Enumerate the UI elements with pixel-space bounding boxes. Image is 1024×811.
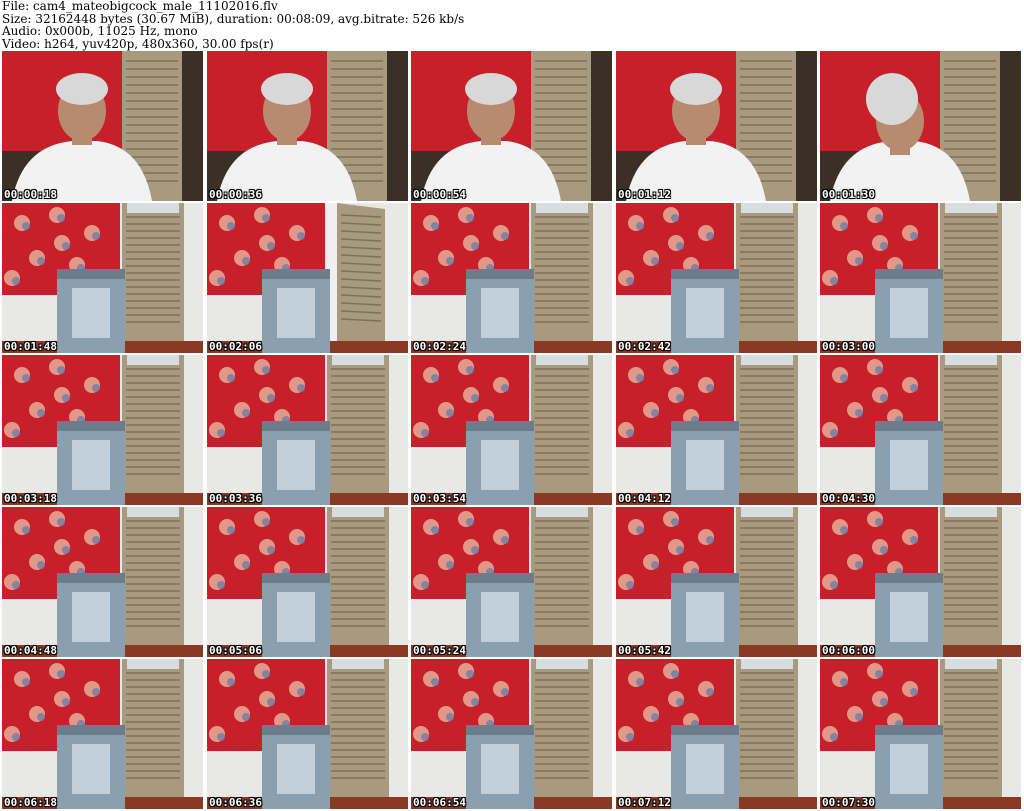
thumbnail-frame-image bbox=[207, 355, 408, 505]
thumbnail-frame-image bbox=[207, 51, 408, 201]
thumbnail-frame-image bbox=[207, 507, 408, 657]
thumbnail-timestamp: 00:03:00 bbox=[822, 340, 875, 353]
thumbnail-timestamp: 00:03:36 bbox=[209, 492, 262, 505]
video-thumbnail: 00:07:12 bbox=[616, 659, 817, 809]
thumbnail-frame-image bbox=[616, 659, 817, 809]
thumbnail-frame-image bbox=[616, 355, 817, 505]
thumbnail-timestamp: 00:02:42 bbox=[618, 340, 671, 353]
video-thumbnail: 00:05:42 bbox=[616, 507, 817, 657]
thumbnail-timestamp: 00:05:42 bbox=[618, 644, 671, 657]
thumbnail-frame-image bbox=[207, 659, 408, 809]
audio-info-line: Audio: 0x000b, 11025 Hz, mono bbox=[2, 24, 198, 38]
thumbnail-timestamp: 00:02:06 bbox=[209, 340, 262, 353]
video-thumbnail: 00:00:54 bbox=[411, 51, 612, 201]
thumbnail-frame-image bbox=[411, 203, 612, 353]
thumbnail-frame-image bbox=[2, 203, 203, 353]
video-thumbnail: 00:06:54 bbox=[411, 659, 612, 809]
thumbnail-timestamp: 00:06:00 bbox=[822, 644, 875, 657]
thumbnail-timestamp: 00:06:54 bbox=[413, 796, 466, 809]
thumbnail-timestamp: 00:01:12 bbox=[618, 188, 671, 201]
thumbnail-frame-image bbox=[820, 355, 1021, 505]
thumbnail-frame-image bbox=[616, 51, 817, 201]
thumbnail-timestamp: 00:01:30 bbox=[822, 188, 875, 201]
thumbnail-frame-image bbox=[411, 51, 612, 201]
thumbnail-timestamp: 00:06:36 bbox=[209, 796, 262, 809]
video-info-line: Video: h264, yuv420p, 480x360, 30.00 fps… bbox=[2, 36, 274, 51]
thumbnail-timestamp: 00:07:12 bbox=[618, 796, 671, 809]
video-thumbnail: 00:00:36 bbox=[207, 51, 408, 201]
thumbnail-timestamp: 00:06:18 bbox=[4, 796, 57, 809]
thumbnail-frame-image bbox=[820, 203, 1021, 353]
video-thumbnail: 00:01:48 bbox=[2, 203, 203, 353]
thumbnail-timestamp: 00:03:54 bbox=[413, 492, 466, 505]
thumbnail-frame-image bbox=[411, 659, 612, 809]
thumbnail-frame-image bbox=[616, 203, 817, 353]
video-thumbnail: 00:06:18 bbox=[2, 659, 203, 809]
video-thumbnail: 00:03:18 bbox=[2, 355, 203, 505]
thumbnail-timestamp: 00:05:06 bbox=[209, 644, 262, 657]
video-thumbnail: 00:04:48 bbox=[2, 507, 203, 657]
thumbnail-timestamp: 00:01:48 bbox=[4, 340, 57, 353]
thumbnail-frame-image bbox=[2, 51, 203, 201]
file-info-header: File: cam4_mateobigcock_male_11102016.fl… bbox=[2, 0, 464, 50]
thumbnail-timestamp: 00:00:18 bbox=[4, 188, 57, 201]
thumbnail-frame-image bbox=[411, 507, 612, 657]
video-thumbnail: 00:06:00 bbox=[820, 507, 1021, 657]
thumbnail-timestamp: 00:04:12 bbox=[618, 492, 671, 505]
video-thumbnail: 00:00:18 bbox=[2, 51, 203, 201]
video-thumbnail: 00:04:12 bbox=[616, 355, 817, 505]
thumbnail-timestamp: 00:00:54 bbox=[413, 188, 466, 201]
video-thumbnail: 00:02:06 bbox=[207, 203, 408, 353]
video-thumbnail: 00:02:42 bbox=[616, 203, 817, 353]
thumbnail-frame-image bbox=[207, 203, 408, 353]
thumbnail-timestamp: 00:05:24 bbox=[413, 644, 466, 657]
thumbnail-frame-image bbox=[411, 355, 612, 505]
thumbnail-frame-image bbox=[820, 507, 1021, 657]
file-name-line: File: cam4_mateobigcock_male_11102016.fl… bbox=[2, 0, 278, 13]
video-thumbnail: 00:07:30 bbox=[820, 659, 1021, 809]
video-thumbnail: 00:04:30 bbox=[820, 355, 1021, 505]
thumbnail-frame-image bbox=[2, 507, 203, 657]
thumbnail-timestamp: 00:04:48 bbox=[4, 644, 57, 657]
thumbnail-frame-image bbox=[2, 659, 203, 809]
thumbnail-grid: 00:00:18 00:00:36 00:00:54 00:01:12 00:01:30… bbox=[2, 51, 1024, 811]
thumbnail-timestamp: 00:04:30 bbox=[822, 492, 875, 505]
video-thumbnail: 00:05:06 bbox=[207, 507, 408, 657]
video-thumbnail: 00:01:12 bbox=[616, 51, 817, 201]
video-thumbnail: 00:03:00 bbox=[820, 203, 1021, 353]
video-thumbnail: 00:05:24 bbox=[411, 507, 612, 657]
thumbnail-timestamp: 00:02:24 bbox=[413, 340, 466, 353]
thumbnail-frame-image bbox=[2, 355, 203, 505]
thumbnail-frame-image bbox=[820, 51, 1021, 201]
video-thumbnail: 00:03:36 bbox=[207, 355, 408, 505]
video-thumbnail: 00:03:54 bbox=[411, 355, 612, 505]
thumbnail-frame-image bbox=[616, 507, 817, 657]
video-thumbnail: 00:06:36 bbox=[207, 659, 408, 809]
video-thumbnail: 00:01:30 bbox=[820, 51, 1021, 201]
thumbnail-timestamp: 00:03:18 bbox=[4, 492, 57, 505]
video-thumbnail: 00:02:24 bbox=[411, 203, 612, 353]
thumbnail-frame-image bbox=[820, 659, 1021, 809]
thumbnail-timestamp: 00:00:36 bbox=[209, 188, 262, 201]
thumbnail-timestamp: 00:07:30 bbox=[822, 796, 875, 809]
